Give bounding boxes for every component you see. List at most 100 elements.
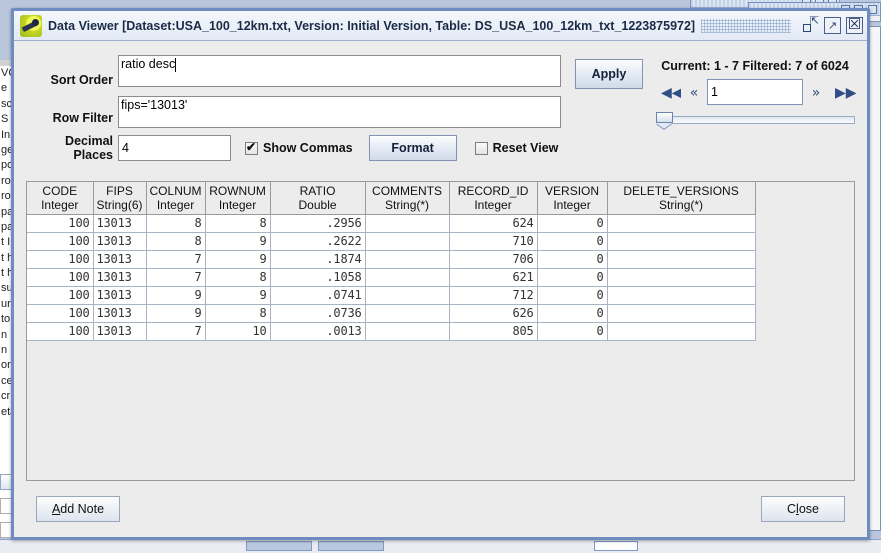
cell-colnum[interactable]: 9 (146, 304, 206, 323)
data-table-container[interactable]: CODE Integer FIPS String(6) COLNUM Integer ROW… (26, 181, 855, 481)
cell-code[interactable]: 100 (27, 286, 94, 305)
column-header-fips[interactable]: FIPS String(6) (93, 182, 147, 215)
minimize-button[interactable]: ⇱ (802, 16, 819, 34)
cell-rownum[interactable]: 8 (205, 214, 271, 233)
column-header-comments[interactable]: COMMENTS String(*) (365, 182, 450, 215)
table-row[interactable]: 100 13013 7 10.0013 805 0 (27, 322, 756, 341)
cell-colnum[interactable]: 9 (146, 286, 206, 305)
cell-version[interactable]: 0 (537, 286, 608, 305)
cell-delete_versions[interactable] (607, 232, 756, 251)
cell-record_id[interactable]: 706 (449, 250, 538, 269)
page-number-input[interactable] (707, 79, 803, 105)
column-header-code[interactable]: CODE Integer (27, 182, 94, 215)
first-page-icon[interactable]: ◀◀ (655, 79, 683, 105)
table-row[interactable]: 100 13013 9 8.0736 626 0 (27, 304, 756, 323)
slider-thumb[interactable] (656, 112, 673, 123)
cell-delete_versions[interactable] (607, 304, 756, 323)
close-button[interactable]: Close (761, 496, 845, 522)
column-header-version[interactable]: VERSION Integer (537, 182, 608, 215)
column-header-colnum[interactable]: COLNUM Integer (146, 182, 206, 215)
cell-comments[interactable] (365, 268, 450, 287)
cell-ratio[interactable]: .2622 (270, 232, 366, 251)
decimal-places-input[interactable] (118, 135, 231, 161)
cell-delete_versions[interactable] (607, 286, 756, 305)
table-row[interactable]: 100 13013 8 9.2622 710 0 (27, 232, 756, 251)
cell-code[interactable]: 100 (27, 304, 94, 323)
next-page-icon[interactable]: » (803, 79, 829, 105)
cell-ratio[interactable]: .0741 (270, 286, 366, 305)
cell-rownum[interactable]: 8 (205, 268, 271, 287)
show-commas-checkbox[interactable]: Show Commas (245, 140, 353, 155)
column-header-delete_versions[interactable]: DELETE_VERSIONS String(*) (607, 182, 756, 215)
cell-colnum[interactable]: 7 (146, 268, 206, 287)
cell-record_id[interactable]: 805 (449, 322, 538, 341)
cell-version[interactable]: 0 (537, 232, 608, 251)
cell-comments[interactable] (365, 304, 450, 323)
cell-delete_versions[interactable] (607, 214, 756, 233)
cell-version[interactable]: 0 (537, 268, 608, 287)
dialog-titlebar[interactable]: Data Viewer [Dataset:USA_100_12km.txt, V… (14, 11, 867, 41)
cell-ratio[interactable]: .1058 (270, 268, 366, 287)
column-header-ratio[interactable]: RATIO Double (270, 182, 366, 215)
cell-code[interactable]: 100 (27, 268, 94, 287)
cell-colnum[interactable]: 7 (146, 250, 206, 269)
column-header-record_id[interactable]: RECORD_ID Integer (449, 182, 538, 215)
table-row[interactable]: 100 13013 7 8.1058 621 0 (27, 268, 756, 287)
cell-version[interactable]: 0 (537, 304, 608, 323)
record-position-slider[interactable] (655, 112, 855, 128)
last-page-icon[interactable]: ▶▶ (829, 79, 857, 105)
cell-rownum[interactable]: 9 (205, 232, 271, 251)
table-row[interactable]: 100 13013 7 9.1874 706 0 (27, 250, 756, 269)
cell-comments[interactable] (365, 250, 450, 269)
cell-colnum[interactable]: 7 (146, 322, 206, 341)
close-window-button[interactable]: ☒ (846, 17, 863, 34)
cell-fips[interactable]: 13013 (93, 268, 147, 287)
cell-delete_versions[interactable] (607, 250, 756, 269)
cell-fips[interactable]: 13013 (93, 322, 147, 341)
cell-fips[interactable]: 13013 (93, 250, 147, 269)
reset-view-checkbox[interactable]: Reset View (474, 141, 558, 155)
cell-record_id[interactable]: 710 (449, 232, 538, 251)
maximize-button[interactable]: ↗ (824, 17, 841, 34)
cell-code[interactable]: 100 (27, 322, 94, 341)
previous-page-icon[interactable]: « (681, 79, 707, 105)
apply-button[interactable]: Apply (575, 59, 643, 89)
cell-rownum[interactable]: 8 (205, 304, 271, 323)
cell-colnum[interactable]: 8 (146, 232, 206, 251)
table-row[interactable]: 100 13013 9 9.0741 712 0 (27, 286, 756, 305)
cell-fips[interactable]: 13013 (93, 214, 147, 233)
cell-ratio[interactable]: .1874 (270, 250, 366, 269)
cell-comments[interactable] (365, 322, 450, 341)
cell-rownum[interactable]: 9 (205, 286, 271, 305)
cell-code[interactable]: 100 (27, 250, 94, 269)
cell-record_id[interactable]: 621 (449, 268, 538, 287)
table-row[interactable]: 100 13013 8 8.2956 624 0 (27, 214, 756, 233)
cell-fips[interactable]: 13013 (93, 286, 147, 305)
cell-version[interactable]: 0 (537, 250, 608, 269)
cell-comments[interactable] (365, 286, 450, 305)
cell-ratio[interactable]: .0736 (270, 304, 366, 323)
sort-order-input[interactable] (118, 55, 561, 87)
cell-code[interactable]: 100 (27, 232, 94, 251)
cell-delete_versions[interactable] (607, 322, 756, 341)
cell-fips[interactable]: 13013 (93, 304, 147, 323)
cell-rownum[interactable]: 10 (205, 322, 271, 341)
add-note-button[interactable]: Add Note (36, 496, 120, 522)
cell-rownum[interactable]: 9 (205, 250, 271, 269)
cell-fips[interactable]: 13013 (93, 232, 147, 251)
cell-code[interactable]: 100 (27, 214, 94, 233)
cell-record_id[interactable]: 626 (449, 304, 538, 323)
cell-colnum[interactable]: 8 (146, 214, 206, 233)
row-filter-input[interactable] (118, 96, 561, 128)
cell-record_id[interactable]: 624 (449, 214, 538, 233)
cell-comments[interactable] (365, 214, 450, 233)
format-button[interactable]: Format (368, 135, 457, 161)
cell-delete_versions[interactable] (607, 268, 756, 287)
cell-comments[interactable] (365, 232, 450, 251)
cell-record_id[interactable]: 712 (449, 286, 538, 305)
column-header-rownum[interactable]: ROWNUM Integer (205, 182, 271, 215)
cell-version[interactable]: 0 (537, 322, 608, 341)
cell-ratio[interactable]: .0013 (270, 322, 366, 341)
cell-ratio[interactable]: .2956 (270, 214, 366, 233)
cell-version[interactable]: 0 (537, 214, 608, 233)
